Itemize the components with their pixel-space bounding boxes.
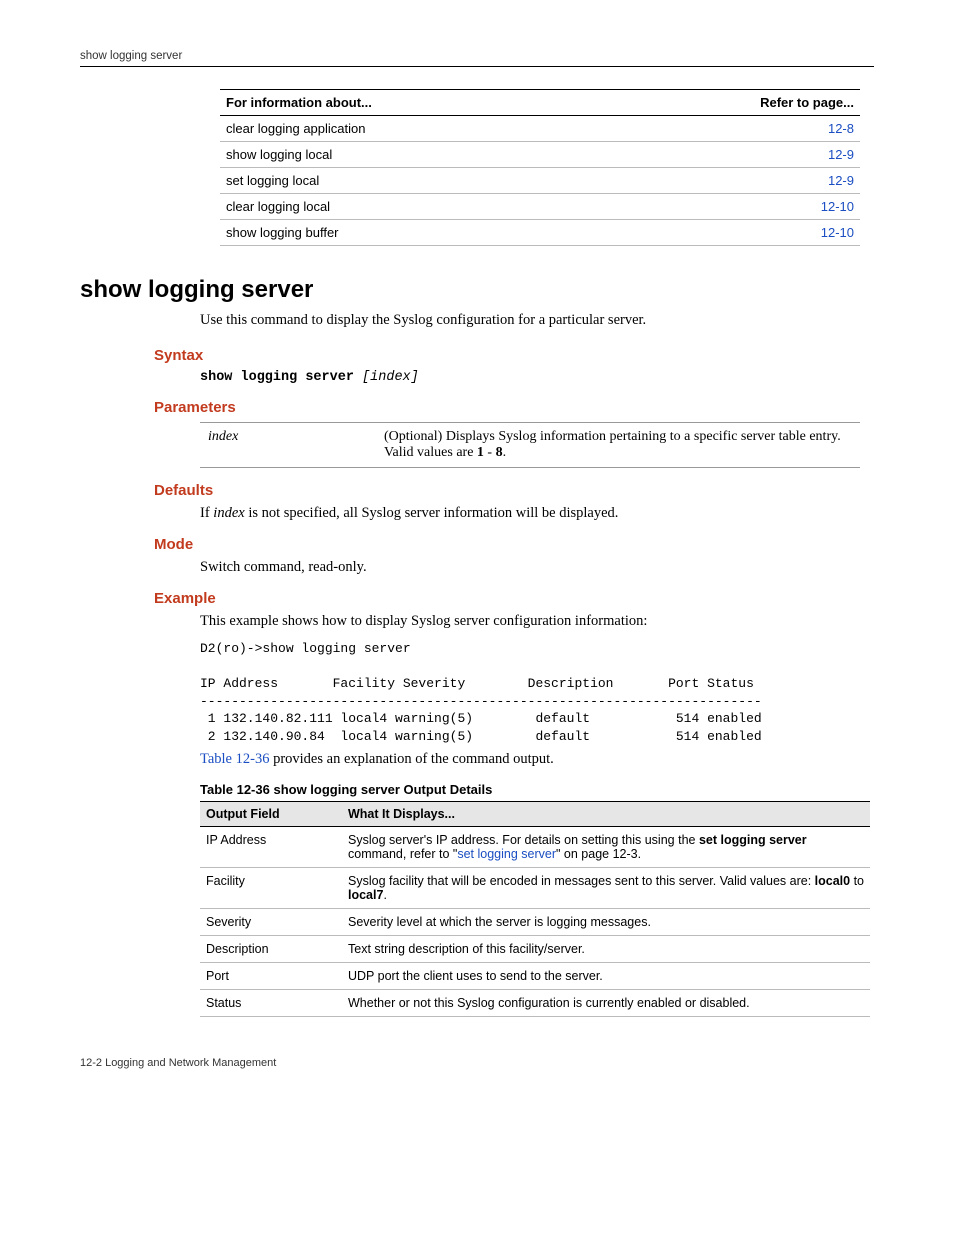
info-cell-about: show logging buffer — [220, 220, 603, 246]
page-link[interactable]: 12-8 — [828, 121, 854, 136]
out-bold: local7 — [348, 888, 383, 902]
table-ref-text: provides an explanation of the command o… — [269, 751, 553, 767]
info-row: show logging local 12-9 — [220, 142, 860, 168]
info-row: clear logging local 12-10 — [220, 194, 860, 220]
defaults-pre: If — [200, 505, 213, 521]
output-field: Severity — [200, 909, 342, 936]
defaults-italic: index — [213, 505, 244, 521]
info-row: clear logging application 12-8 — [220, 116, 860, 142]
info-row: set logging local 12-9 — [220, 168, 860, 194]
example-heading: Example — [154, 590, 874, 607]
out-text: Syslog facility that will be encoded in … — [348, 874, 815, 888]
param-desc-text: - — [484, 445, 496, 460]
output-desc: Whether or not this Syslog configuration… — [342, 990, 870, 1017]
info-cell-about: clear logging local — [220, 194, 603, 220]
syntax-command: show logging server — [200, 370, 354, 385]
example-tableref: Table 12-36 provides an explanation of t… — [200, 751, 874, 768]
output-desc: Severity level at which the server is lo… — [342, 909, 870, 936]
output-desc: Text string description of this facility… — [342, 936, 870, 963]
output-desc: UDP port the client uses to send to the … — [342, 963, 870, 990]
info-header-about: For information about... — [220, 90, 603, 116]
out-bold: set logging server — [699, 833, 807, 847]
out-text: command, refer to " — [348, 847, 457, 861]
defaults-heading: Defaults — [154, 482, 874, 499]
info-cell-about: set logging local — [220, 168, 603, 194]
page-footer: 12-2 Logging and Network Management — [80, 1057, 874, 1069]
output-table: Output Field What It Displays... IP Addr… — [200, 801, 870, 1017]
parameter-row: index (Optional) Displays Syslog informa… — [200, 423, 860, 468]
page-link[interactable]: 12-9 — [828, 147, 854, 162]
output-row: Severity Severity level at which the ser… — [200, 909, 870, 936]
info-row: show logging buffer 12-10 — [220, 220, 860, 246]
example-code: D2(ro)->show logging server IP Address F… — [200, 640, 874, 745]
mode-text: Switch command, read-only. — [200, 559, 874, 576]
output-row: Description Text string description of t… — [200, 936, 870, 963]
inline-link[interactable]: set logging server — [457, 847, 556, 861]
mode-heading: Mode — [154, 536, 874, 553]
out-text: " on page 12-3. — [556, 847, 641, 861]
output-field: Facility — [200, 868, 342, 909]
param-desc-bold: 1 — [477, 445, 484, 460]
out-text: . — [383, 888, 386, 902]
running-head: show logging server — [80, 50, 874, 67]
section-title: show logging server — [80, 276, 874, 304]
output-row: Port UDP port the client uses to send to… — [200, 963, 870, 990]
info-header-page: Refer to page... — [603, 90, 860, 116]
intro-text: Use this command to display the Syslog c… — [200, 312, 874, 329]
output-field: Status — [200, 990, 342, 1017]
parameters-table: index (Optional) Displays Syslog informa… — [200, 422, 860, 468]
out-text: Syslog server's IP address. For details … — [348, 833, 699, 847]
syntax-argument: [index] — [362, 370, 419, 385]
output-row: Status Whether or not this Syslog config… — [200, 990, 870, 1017]
output-field: Port — [200, 963, 342, 990]
info-table: For information about... Refer to page..… — [220, 89, 860, 246]
example-lead: This example shows how to display Syslog… — [200, 613, 874, 630]
page-link[interactable]: 12-9 — [828, 173, 854, 188]
output-field: Description — [200, 936, 342, 963]
output-table-caption: Table 12-36 show logging server Output D… — [200, 782, 874, 797]
output-field: IP Address — [200, 827, 342, 868]
page-link[interactable]: 12-10 — [821, 225, 854, 240]
output-header-desc: What It Displays... — [342, 802, 870, 827]
info-cell-about: clear logging application — [220, 116, 603, 142]
caption-number: Table 12-36 — [200, 782, 270, 797]
param-desc-text: . — [503, 445, 507, 460]
caption-text: show logging server Output Details — [270, 782, 492, 797]
parameter-name: index — [200, 423, 376, 468]
output-row: IP Address Syslog server's IP address. F… — [200, 827, 870, 868]
page-link[interactable]: 12-10 — [821, 199, 854, 214]
page: show logging server For information abou… — [0, 0, 954, 1099]
parameter-desc: (Optional) Displays Syslog information p… — [376, 423, 860, 468]
defaults-text: If index is not specified, all Syslog se… — [200, 505, 874, 522]
syntax-block: show logging server [index] — [200, 370, 874, 385]
output-header-field: Output Field — [200, 802, 342, 827]
defaults-post: is not specified, all Syslog server info… — [245, 505, 619, 521]
output-desc: Syslog facility that will be encoded in … — [342, 868, 870, 909]
out-text: to — [850, 874, 864, 888]
param-desc-bold: 8 — [496, 445, 503, 460]
param-desc-text: (Optional) Displays Syslog information p… — [384, 429, 841, 460]
syntax-heading: Syntax — [154, 347, 874, 364]
output-desc: Syslog server's IP address. For details … — [342, 827, 870, 868]
info-cell-about: show logging local — [220, 142, 603, 168]
parameters-heading: Parameters — [154, 399, 874, 416]
table-ref-link[interactable]: Table 12-36 — [200, 751, 269, 767]
output-row: Facility Syslog facility that will be en… — [200, 868, 870, 909]
out-bold: local0 — [815, 874, 850, 888]
